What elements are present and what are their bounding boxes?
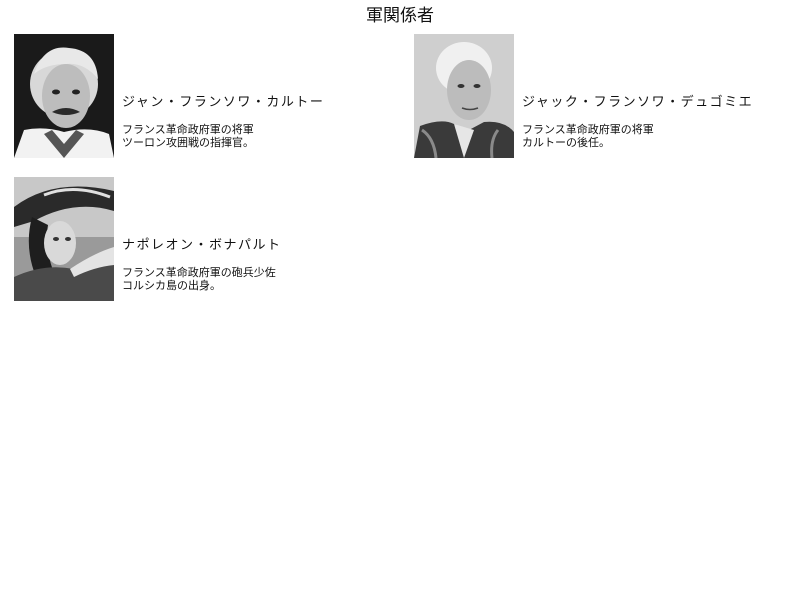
description-line: フランス革命政府軍の砲兵少佐 bbox=[122, 266, 276, 279]
portrait-bonaparte bbox=[14, 177, 114, 301]
person-card-carteaux: ジャン・フランソワ・カルトー フランス革命政府軍の将軍 ツーロン攻囲戦の指揮官。 bbox=[14, 34, 394, 158]
person-description: フランス革命政府軍の将軍 カルトーの後任。 bbox=[522, 123, 654, 149]
description-line: コルシカ島の出身。 bbox=[122, 279, 221, 292]
description-line: カルトーの後任。 bbox=[522, 136, 610, 149]
person-name: ナポレオン・ボナパルト bbox=[122, 238, 282, 253]
person-card-dugommier: ジャック・フランソワ・デュゴミエ フランス革命政府軍の将軍 カルトーの後任。 bbox=[414, 34, 794, 158]
portrait-carteaux bbox=[14, 34, 114, 158]
description-line: フランス革命政府軍の将軍 bbox=[522, 123, 654, 136]
portrait-dugommier bbox=[414, 34, 514, 158]
page: 軍関係者 ジャン・フランソワ・カルトー フランス革命政府軍の将軍 ツーロン攻囲戦… bbox=[0, 0, 800, 600]
person-name: ジャン・フランソワ・カルトー bbox=[122, 95, 325, 110]
person-description: フランス革命政府軍の砲兵少佐 コルシカ島の出身。 bbox=[122, 266, 276, 292]
description-line: フランス革命政府軍の将軍 bbox=[122, 123, 254, 136]
person-card-bonaparte: ナポレオン・ボナパルト フランス革命政府軍の砲兵少佐 コルシカ島の出身。 bbox=[14, 177, 394, 301]
page-title: 軍関係者 bbox=[366, 6, 434, 26]
person-name: ジャック・フランソワ・デュゴミエ bbox=[522, 95, 754, 110]
description-line: ツーロン攻囲戦の指揮官。 bbox=[122, 136, 254, 149]
person-description: フランス革命政府軍の将軍 ツーロン攻囲戦の指揮官。 bbox=[122, 123, 254, 149]
